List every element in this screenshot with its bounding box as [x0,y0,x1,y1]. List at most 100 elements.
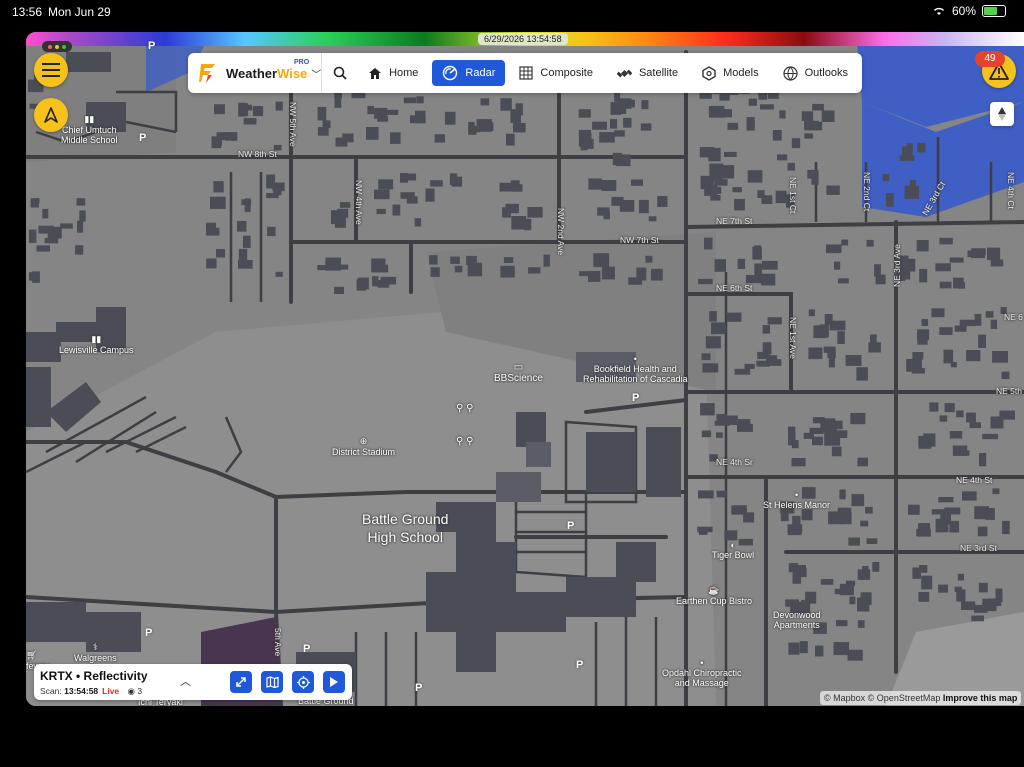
radar-info-panel[interactable]: KRTX • Reflectivity Scan: 13:54:58 Live ◉… [34,664,352,700]
parking-pin[interactable]: P [632,392,639,404]
building [614,130,625,137]
building [500,98,512,111]
building [916,240,929,252]
building [374,189,390,200]
building [55,229,62,238]
chevron-up-icon[interactable]: ︿ [180,673,191,689]
building [954,325,967,332]
map-attribution[interactable]: © Mapbox © OpenStreetMap Improve this ma… [820,691,1022,705]
building [747,170,763,183]
nav-radar[interactable]: Radar [432,60,506,86]
building [580,142,588,151]
map-label-district-stadium[interactable]: ⊕ District Stadium [332,436,395,457]
parking-pin[interactable]: P [576,659,583,671]
locate-button[interactable] [34,98,68,132]
building [705,336,721,349]
building [956,589,966,602]
map-label-chief-umtuch[interactable]: ▮▮ Chief Umtuch Middle School [61,114,118,145]
building [216,132,228,141]
building [429,255,438,265]
bowling-icon: ◐ [730,540,736,550]
weatherwise-logo [199,64,215,83]
nav-models[interactable]: Models [692,60,768,86]
building [766,359,782,366]
building [366,127,379,140]
building [767,317,782,325]
expand-button[interactable] [230,671,252,693]
search-button[interactable] [322,53,358,93]
building [820,579,834,585]
parking-pin[interactable]: P [567,520,574,532]
building [378,179,394,190]
mapbox-link[interactable]: © Mapbox [824,693,865,703]
building [332,264,349,270]
parking-pin[interactable]: P [415,682,422,694]
battery-percent: 60% [951,4,976,18]
scan-info: Scan: 13:54:58 Live ◉ 3 [40,686,143,696]
map-label-walgreens[interactable]: ⚕ Walgreens [74,642,117,663]
building [812,417,825,424]
building [909,180,916,191]
building [244,198,251,213]
building [966,412,976,423]
map-layers-button[interactable] [261,671,283,693]
building [527,207,543,218]
nav-home[interactable]: Home [358,60,428,86]
poi-icon[interactable]: ⚲ ⚲ [456,436,473,447]
building [502,207,511,218]
parking-pin[interactable]: P [139,132,146,144]
menu-button[interactable] [34,53,68,87]
building [831,446,842,457]
building [239,103,249,117]
building [725,415,738,425]
building [371,258,386,273]
osm-link[interactable]: © OpenStreetMap [868,693,941,703]
grid-icon [519,66,533,80]
pharmacy-icon: ⚕ [92,642,98,652]
building [838,278,849,284]
building [275,271,283,277]
compass-button[interactable] [990,102,1014,126]
parking-pin[interactable]: P [145,627,152,639]
map-label-devonwood[interactable]: Devonwood Apartments [773,610,821,630]
alerts-count-badge: 49 [975,51,1005,67]
map-label-battle-ground-hs[interactable]: Battle Ground High School [362,510,448,546]
poi-icon[interactable]: ⚲ ⚲ [456,403,473,414]
main-toolbar: WeatherWise PRO ﹀ Home Radar Composite S… [188,53,862,93]
building [510,109,521,123]
eye-icon: ◉ [127,686,135,696]
building [874,264,881,277]
building [757,351,770,359]
building [273,185,282,196]
map-label-opdahl[interactable]: • Opdahl Chiropractic and Massage [662,658,742,688]
building [834,261,841,270]
window-dots[interactable] [42,41,72,52]
nav-outlooks[interactable]: Outlooks [773,60,858,86]
map-label-tiger-bowl[interactable]: ◐ Tiger Bowl [712,540,754,560]
radar-icon [443,65,458,81]
building [213,181,224,193]
building [79,210,86,222]
building [640,123,652,131]
nav-satellite[interactable]: Satellite [607,60,688,86]
map-label-st-helens[interactable]: • St Helens Manor [763,490,830,510]
building [815,645,824,657]
map-label-earthen-cup[interactable]: ☕ Earthen Cup Bistro [676,585,752,606]
building [714,166,730,178]
building [979,453,987,467]
nav-composite[interactable]: Composite [509,60,603,86]
location-button[interactable] [292,671,314,693]
building [801,111,814,121]
building [610,119,618,129]
map-label-bbscience[interactable]: ▭ BBScience [494,362,543,384]
improve-map-link[interactable]: Improve this map [943,693,1018,703]
map-label-bookfield[interactable]: • Bookfield Health and Rehabilitation of … [583,354,688,384]
building [386,109,399,115]
parking-pin[interactable]: P [303,643,310,655]
play-button[interactable] [323,671,345,693]
map-label-lewisville[interactable]: ▮▮ Lewisville Campus [59,334,134,355]
chevron-down-icon: ﹀ [311,69,322,81]
parking-pin[interactable]: P [148,40,155,52]
brand-menu[interactable]: WeatherWise PRO ﹀ [188,53,323,93]
building [761,273,776,286]
